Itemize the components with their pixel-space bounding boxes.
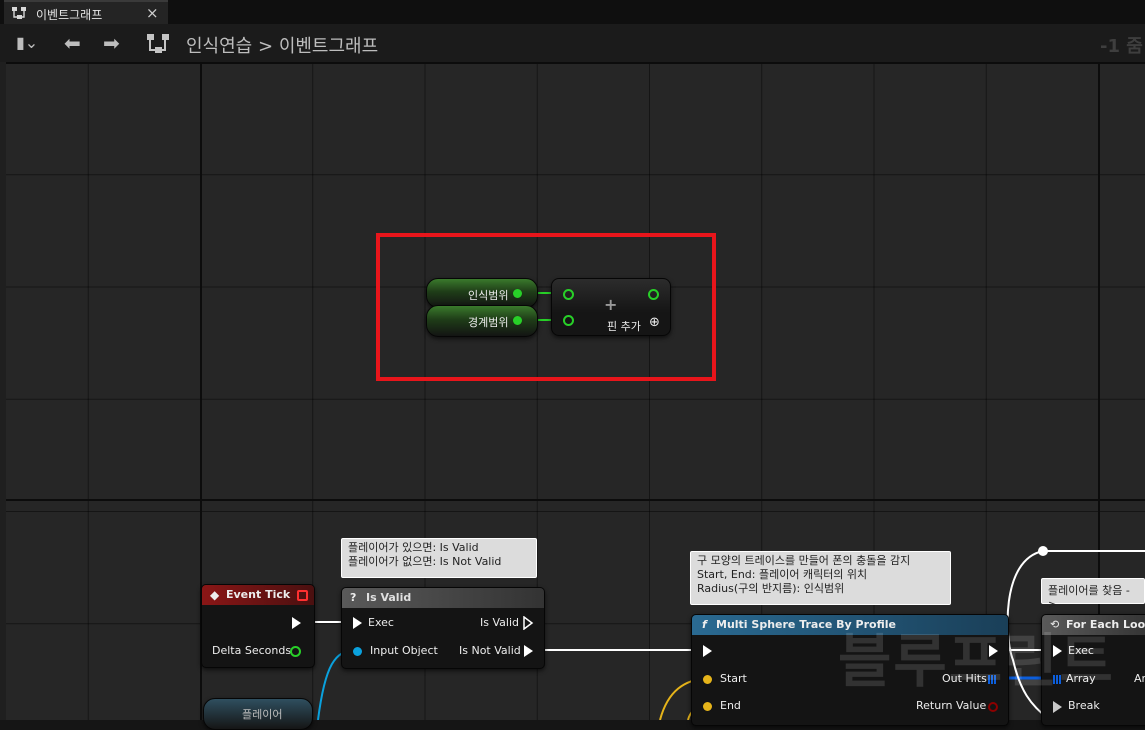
vector-input-pin-start[interactable]: [703, 675, 712, 684]
is-valid-node[interactable]: ? Is Valid Exec Is Valid Input Object Is…: [341, 587, 545, 669]
comment-line: 플레이어가 없으면: Is Not Valid: [348, 555, 502, 568]
function-icon: f: [702, 618, 707, 631]
comment-is-valid[interactable]: 플레이어가 있으면: Is Valid 플레이어가 없으면: Is Not Va…: [341, 538, 537, 578]
pin-label: Delta Seconds: [212, 644, 292, 657]
exec-input-pin[interactable]: [353, 617, 362, 629]
pin-label: Return Value: [916, 699, 987, 712]
event-icon: ◆: [210, 588, 220, 602]
pin-label: Is Valid: [480, 616, 519, 629]
node-title: Event Tick: [226, 588, 291, 601]
comment-foreach[interactable]: 플레이어를 찾음 ->: [1041, 578, 1145, 611]
exec-input-pin[interactable]: [703, 645, 712, 657]
object-input-pin[interactable]: [353, 647, 362, 656]
exec-input-pin-break[interactable]: [1053, 701, 1062, 713]
bool-output-pin[interactable]: [988, 702, 998, 712]
vector-input-pin-end[interactable]: [703, 702, 712, 711]
watermark: 블루프린트: [838, 627, 1115, 695]
pin-label: Input Object: [370, 644, 438, 657]
pin-label: Break: [1068, 699, 1100, 712]
comment-line: 플레이어를 찾음 ->: [1048, 584, 1130, 611]
highlight-box: [376, 233, 716, 381]
delegate-pin[interactable]: [297, 590, 308, 601]
pin-label: Is Not Valid: [459, 644, 521, 657]
pin-label: End: [720, 699, 741, 712]
comment-trace[interactable]: 구 모양의 트레이스를 만들어 폰의 충돌을 감지 Start, End: 플레…: [690, 551, 951, 605]
exec-output-outline-icon: [523, 616, 534, 630]
float-output-pin[interactable]: [290, 646, 301, 657]
exec-output-pin-not-valid[interactable]: [524, 645, 533, 657]
node-title: Is Valid: [366, 591, 412, 604]
event-tick-node[interactable]: ◆ Event Tick Delta Seconds: [201, 584, 315, 668]
pin-label: Exec: [368, 616, 394, 629]
get-var-player[interactable]: 플레이어: [203, 698, 313, 730]
pin-label: Start: [720, 672, 747, 685]
comment-line: Radius(구의 반지름): 인식범위: [697, 582, 845, 595]
exec-output-pin[interactable]: [292, 617, 301, 629]
pin-label: Ar: [1134, 672, 1145, 685]
reroute-node: [1038, 546, 1048, 556]
comment-line: 구 모양의 트레이스를 만들어 폰의 충돌을 감지: [697, 554, 911, 567]
comment-line: 플레이어가 있으면: Is Valid: [348, 541, 479, 554]
macro-icon: ?: [350, 591, 357, 604]
comment-line: Start, End: 플레이어 캐릭터의 위치: [697, 568, 868, 581]
